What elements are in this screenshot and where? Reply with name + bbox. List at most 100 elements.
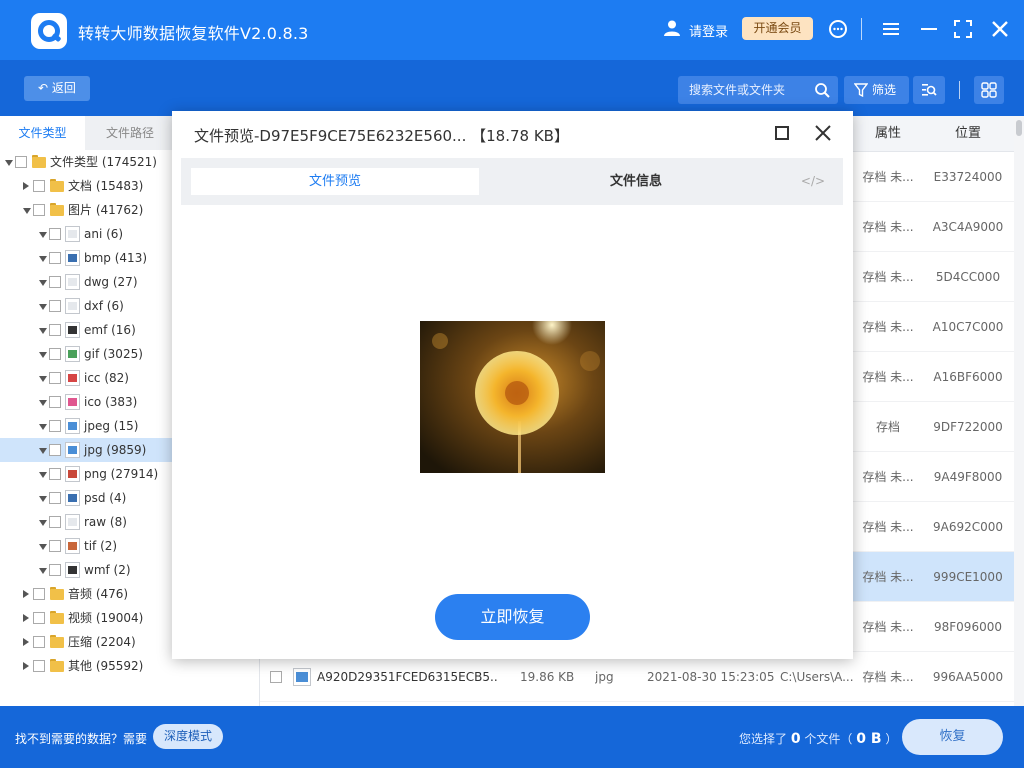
login-link[interactable]: 请登录 <box>689 21 728 40</box>
tree-checkbox[interactable] <box>49 564 61 576</box>
maximize-icon[interactable] <box>775 126 789 140</box>
tab-file-info[interactable]: 文件信息 <box>491 168 781 195</box>
preview-toggle-button[interactable] <box>913 76 945 104</box>
scrollbar-thumb[interactable] <box>1016 120 1022 136</box>
tree-item-png[interactable]: png (27914) <box>0 462 172 486</box>
tree-item-dwg[interactable]: dwg (27) <box>0 270 172 294</box>
tree-item-gif[interactable]: gif (3025) <box>0 342 172 366</box>
tree-checkbox[interactable] <box>33 588 45 600</box>
tree-item-jpeg[interactable]: jpeg (15) <box>0 414 172 438</box>
tree-checkbox[interactable] <box>49 444 61 456</box>
close-icon[interactable] <box>989 18 1011 40</box>
tree-item-文档[interactable]: 文档 (15483) <box>0 174 172 198</box>
tree-checkbox[interactable] <box>15 156 27 168</box>
tree-item-tif[interactable]: tif (2) <box>0 534 172 558</box>
tree-checkbox[interactable] <box>49 276 61 288</box>
expand-arrow-icon[interactable] <box>23 638 29 646</box>
tree-checkbox[interactable] <box>33 180 45 192</box>
collapse-arrow-icon[interactable] <box>39 280 47 286</box>
minimize-icon[interactable] <box>918 18 940 40</box>
search-input[interactable]: 搜索文件或文件夹 <box>678 76 838 104</box>
tree-checkbox[interactable] <box>49 492 61 504</box>
collapse-arrow-icon[interactable] <box>39 520 47 526</box>
tree-item-jpg[interactable]: jpg (9859) <box>0 438 172 462</box>
expand-arrow-icon[interactable] <box>23 182 29 190</box>
tree-item-raw[interactable]: raw (8) <box>0 510 172 534</box>
user-icon[interactable] <box>663 19 681 37</box>
tree-checkbox[interactable] <box>49 396 61 408</box>
collapse-arrow-icon[interactable] <box>39 304 47 310</box>
search-icon[interactable] <box>814 82 830 98</box>
file-attr: 存档 未... <box>862 620 914 634</box>
tree-item-图片[interactable]: 图片 (41762) <box>0 198 172 222</box>
tab-code-view[interactable]: </> <box>793 168 833 195</box>
support-icon[interactable] <box>827 18 849 40</box>
collapse-arrow-icon[interactable] <box>5 160 13 166</box>
column-header-attr[interactable]: 属性 <box>854 116 922 152</box>
collapse-arrow-icon[interactable] <box>39 496 47 502</box>
back-button[interactable]: ↶ 返回 <box>24 76 90 101</box>
tree-item-音频[interactable]: 音频 (476) <box>0 582 172 606</box>
list-scrollbar[interactable] <box>1014 116 1024 706</box>
bottom-bar: 找不到需要的数据？需要 深度模式 您选择了 0 个文件（ 0 B ） 恢复 <box>0 706 1024 768</box>
tab-file-preview[interactable]: 文件预览 <box>191 168 479 195</box>
collapse-arrow-icon[interactable] <box>39 448 47 454</box>
tree-checkbox[interactable] <box>49 300 61 312</box>
grid-view-button[interactable] <box>974 76 1004 104</box>
tree-checkbox[interactable] <box>49 420 61 432</box>
tree-item-dxf[interactable]: dxf (6) <box>0 294 172 318</box>
tree-checkbox[interactable] <box>49 228 61 240</box>
tree-checkbox[interactable] <box>49 324 61 336</box>
collapse-arrow-icon[interactable] <box>39 472 47 478</box>
tree-item-emf[interactable]: emf (16) <box>0 318 172 342</box>
recover-button[interactable]: 恢复 <box>902 719 1003 755</box>
tree-item-wmf[interactable]: wmf (2) <box>0 558 172 582</box>
tree-item-bmp[interactable]: bmp (413) <box>0 246 172 270</box>
tree-item-psd[interactable]: psd (4) <box>0 486 172 510</box>
table-row[interactable]: A920D29351FCED6315ECB5... 19.86 KB jpg 2021… <box>260 652 1014 702</box>
tree-item-icc[interactable]: icc (82) <box>0 366 172 390</box>
collapse-arrow-icon[interactable] <box>39 328 47 334</box>
tab-file-type[interactable]: 文件类型 <box>0 116 85 150</box>
tree-item-其他[interactable]: 其他 (95592) <box>0 654 172 678</box>
tree-item-文件类型[interactable]: 文件类型 (174521) <box>0 150 172 174</box>
collapse-arrow-icon[interactable] <box>39 352 47 358</box>
row-checkbox[interactable] <box>270 671 282 683</box>
tree-checkbox[interactable] <box>49 468 61 480</box>
deep-mode-button[interactable]: 深度模式 <box>153 724 223 749</box>
tree-item-压缩[interactable]: 压缩 (2204) <box>0 630 172 654</box>
collapse-arrow-icon[interactable] <box>39 256 47 262</box>
tree-item-视频[interactable]: 视频 (19004) <box>0 606 172 630</box>
tree-checkbox[interactable] <box>33 660 45 672</box>
collapse-arrow-icon[interactable] <box>39 400 47 406</box>
tree-checkbox[interactable] <box>49 540 61 552</box>
collapse-arrow-icon[interactable] <box>39 568 47 574</box>
fullscreen-icon[interactable] <box>952 18 974 40</box>
filter-button[interactable]: 筛选 <box>844 76 909 104</box>
dialog-close-icon[interactable] <box>814 124 832 142</box>
tree-checkbox[interactable] <box>49 252 61 264</box>
tree-checkbox[interactable] <box>49 348 61 360</box>
tree-checkbox[interactable] <box>33 204 45 216</box>
vip-button[interactable]: 开通会员 <box>742 17 813 40</box>
expand-arrow-icon[interactable] <box>23 662 29 670</box>
menu-icon[interactable] <box>880 18 902 40</box>
tree-checkbox[interactable] <box>49 516 61 528</box>
column-header-location[interactable]: 位置 <box>922 116 1014 152</box>
expand-arrow-icon[interactable] <box>23 590 29 598</box>
collapse-arrow-icon[interactable] <box>23 208 31 214</box>
tree-item-ani[interactable]: ani (6) <box>0 222 172 246</box>
recover-now-button[interactable]: 立即恢复 <box>435 594 590 640</box>
collapse-arrow-icon[interactable] <box>39 424 47 430</box>
collapse-arrow-icon[interactable] <box>39 544 47 550</box>
file-type: jpg <box>595 670 614 684</box>
tree-checkbox[interactable] <box>33 612 45 624</box>
tree-item-ico[interactable]: ico (383) <box>0 390 172 414</box>
tab-file-path[interactable]: 文件路径 <box>85 116 175 150</box>
collapse-arrow-icon[interactable] <box>39 232 47 238</box>
expand-arrow-icon[interactable] <box>23 614 29 622</box>
back-label: 返回 <box>51 81 76 95</box>
tree-checkbox[interactable] <box>49 372 61 384</box>
tree-checkbox[interactable] <box>33 636 45 648</box>
collapse-arrow-icon[interactable] <box>39 376 47 382</box>
